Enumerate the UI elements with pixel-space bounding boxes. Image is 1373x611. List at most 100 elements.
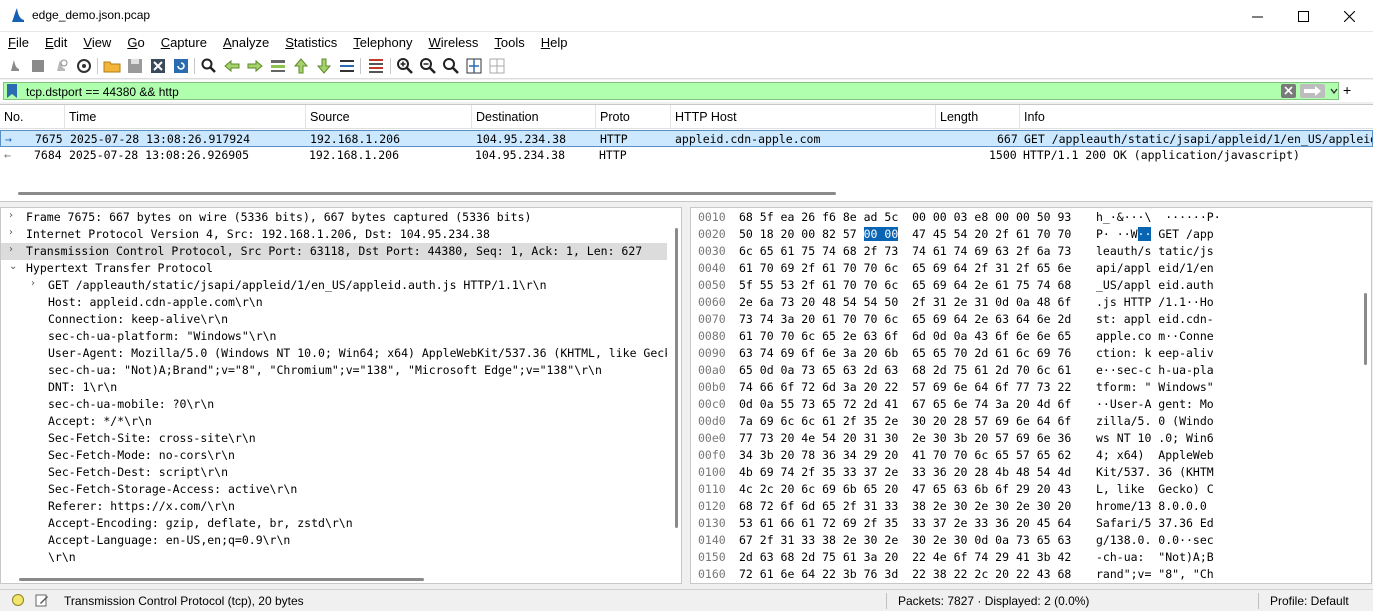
bytes-row[interactable]: 0130 53 61 66 61 72 69 2f 35 33 37 2e 33 … [691,515,1361,532]
detail-row[interactable]: Referer: https://x.com/\r\n [1,498,667,515]
chevron-down-icon[interactable] [1329,84,1339,98]
detail-row[interactable]: DNT: 1\r\n [1,379,667,396]
minimize-button[interactable] [1234,0,1280,32]
last-packet-icon[interactable] [315,57,333,75]
bytes-row[interactable]: 00a0 65 0d 0a 73 65 63 2d 63 68 2d 75 61 … [691,362,1361,379]
display-filter-input[interactable] [26,85,1226,99]
close-file-icon[interactable] [149,57,167,75]
detail-row[interactable]: \r\n [1,549,667,566]
bookmark-icon[interactable] [7,84,17,98]
add-filter-button[interactable]: + [1343,82,1351,98]
open-file-icon[interactable] [103,57,121,75]
column-header-http-host[interactable]: HTTP Host [671,105,936,129]
bytes-row[interactable]: 0030 6c 65 61 75 74 68 2f 73 74 61 74 69 … [691,243,1361,260]
autoscroll-icon[interactable] [338,57,356,75]
expand-arrow-icon[interactable]: › [31,278,35,289]
capture-options-icon[interactable] [75,57,93,75]
bytes-row[interactable]: 0050 5f 55 53 2f 61 70 70 6c 65 69 64 2e … [691,277,1361,294]
bytes-row[interactable]: 017072 6f 6d 69 75 6d 22 3b 76 3d 22 31 … [691,583,1361,584]
menu-wireless[interactable]: Wireless [429,32,479,54]
detail-row[interactable]: Sec-Fetch-Mode: no-cors\r\n [1,447,667,464]
detail-row[interactable]: Accept: */*\r\n [1,413,667,430]
bytes-row[interactable]: 0150 2d 63 68 2d 75 61 3a 20 22 4e 6f 74 … [691,549,1361,566]
detail-row[interactable]: sec-ch-ua: "Not)A;Brand";v="8", "Chromiu… [1,362,667,379]
go-to-packet-icon[interactable] [269,57,287,75]
packet-list-horizontal-scrollbar[interactable] [18,192,836,195]
packet-row[interactable]: → 7675 2025-07-28 13:08:26.917924 192.16… [0,130,1373,147]
stop-capture-icon[interactable] [29,57,47,75]
bytes-row[interactable]: 00b0 74 66 6f 72 6d 3a 20 22 57 69 6e 64 … [691,379,1361,396]
clear-filter-button[interactable] [1281,84,1296,98]
bytes-row[interactable]: 0020 50 18 20 00 82 57 00 00 47 45 54 20 … [691,226,1361,243]
resize-columns-icon[interactable] [465,57,483,75]
detail-row[interactable]: Sec-Fetch-Site: cross-site\r\n [1,430,667,447]
close-window-button[interactable] [1326,0,1372,32]
zoom-out-icon[interactable] [419,57,437,75]
find-packet-icon[interactable] [200,57,218,75]
menu-capture[interactable]: Capture [161,32,207,54]
bytes-row[interactable]: 0080 61 70 70 6c 65 2e 63 6f 6d 0d 0a 43 … [691,328,1361,345]
menu-edit[interactable]: Edit [45,32,67,54]
go-forward-icon[interactable] [246,57,264,75]
expand-arrow-icon[interactable]: › [9,227,13,238]
detail-row[interactable]: Accept-Language: en-US,en;q=0.9\r\n [1,532,667,549]
detail-row[interactable]: Connection: keep-alive\r\n [1,311,667,328]
status-profile[interactable]: Profile: Default [1270,594,1349,608]
bytes-row[interactable]: 0040 61 70 69 2f 61 70 70 6c 65 69 64 2f … [691,260,1361,277]
packet-row[interactable]: ← 7684 2025-07-28 13:08:26.926905 192.16… [0,147,1373,164]
bytes-row[interactable]: 0070 73 74 3a 20 61 70 70 6c 65 69 64 2e … [691,311,1361,328]
menu-tools[interactable]: Tools [494,32,524,54]
bytes-row[interactable]: 0100 4b 69 74 2f 35 33 37 2e 33 36 20 28 … [691,464,1361,481]
menu-view[interactable]: View [83,32,111,54]
colorize-icon[interactable] [367,57,385,75]
column-header-no[interactable]: No. [0,105,65,129]
bytes-row[interactable]: 00d0 7a 69 6c 6c 61 2f 35 2e 30 20 28 57 … [691,413,1361,430]
column-header-length[interactable]: Length [936,105,1020,129]
detail-row[interactable]: ⌄ Hypertext Transfer Protocol [1,260,667,277]
menu-analyze[interactable]: Analyze [223,32,269,54]
bytes-row[interactable]: 0060 2e 6a 73 20 48 54 54 50 2f 31 2e 31 … [691,294,1361,311]
bytes-row[interactable]: 00f0 34 3b 20 78 36 34 29 20 41 70 70 6c … [691,447,1361,464]
bytes-row[interactable]: 0120 68 72 6f 6d 65 2f 31 33 38 2e 30 2e … [691,498,1361,515]
detail-row[interactable]: sec-ch-ua-mobile: ?0\r\n [1,396,667,413]
menu-file[interactable]: File [8,32,29,54]
expert-info-icon[interactable] [12,594,24,606]
save-file-icon[interactable] [126,57,144,75]
detail-row[interactable]: Accept-Encoding: gzip, deflate, br, zstd… [1,515,667,532]
column-header-source[interactable]: Source [306,105,472,129]
menu-help[interactable]: Help [541,32,568,54]
start-capture-icon[interactable] [6,57,24,75]
detail-row[interactable]: › Frame 7675: 667 bytes on wire (5336 bit… [1,209,667,226]
restart-capture-icon[interactable] [52,57,70,75]
bytes-row[interactable]: 0090 63 74 69 6f 6e 3a 20 6b 65 65 70 2d … [691,345,1361,362]
menu-go[interactable]: Go [127,32,144,54]
bytes-row[interactable]: 00c0 0d 0a 55 73 65 72 2d 41 67 65 6e 74 … [691,396,1361,413]
collapse-arrow-icon[interactable]: ⌄ [9,261,17,272]
bytes-row[interactable]: 00e0 77 73 20 4e 54 20 31 30 2e 30 3b 20 … [691,430,1361,447]
bytes-row[interactable]: 0110 4c 2c 20 6c 69 6b 65 20 47 65 63 6b … [691,481,1361,498]
go-back-icon[interactable] [223,57,241,75]
menu-statistics[interactable]: Statistics [285,32,337,54]
normal-size-icon[interactable] [442,57,460,75]
detail-row[interactable]: › GET /appleauth/static/jsapi/appleid/1/e… [1,277,667,294]
detail-row[interactable]: Sec-Fetch-Dest: script\r\n [1,464,667,481]
column-header-time[interactable]: Time [65,105,306,129]
apply-filter-button[interactable] [1300,84,1325,98]
edit-comment-icon[interactable] [35,593,49,607]
expand-arrow-icon[interactable]: › [9,210,13,221]
zoom-in-icon[interactable] [396,57,414,75]
column-header-info[interactable]: Info [1020,105,1373,129]
detail-row[interactable]: › Transmission Control Protocol, Src Port… [1,243,667,260]
bytes-row[interactable]: 0010 68 5f ea 26 f6 8e ad 5c 00 00 03 e8 … [691,209,1361,226]
bytes-vertical-scrollbar[interactable] [1364,293,1367,365]
bytes-row[interactable]: 0140 67 2f 31 33 38 2e 30 2e 30 2e 30 0d … [691,532,1361,549]
details-horizontal-scrollbar[interactable] [19,578,424,581]
detail-row[interactable]: sec-ch-ua-platform: "Windows"\r\n [1,328,667,345]
detail-row[interactable]: Sec-Fetch-Storage-Access: active\r\n [1,481,667,498]
detail-row[interactable]: Host: appleid.cdn-apple.com\r\n [1,294,667,311]
details-vertical-scrollbar[interactable] [675,228,678,528]
column-header-proto[interactable]: Proto [596,105,671,129]
detail-row[interactable]: › Internet Protocol Version 4, Src: 192.1… [1,226,667,243]
maximize-button[interactable] [1280,0,1326,32]
display-filter-field[interactable] [3,82,1339,100]
